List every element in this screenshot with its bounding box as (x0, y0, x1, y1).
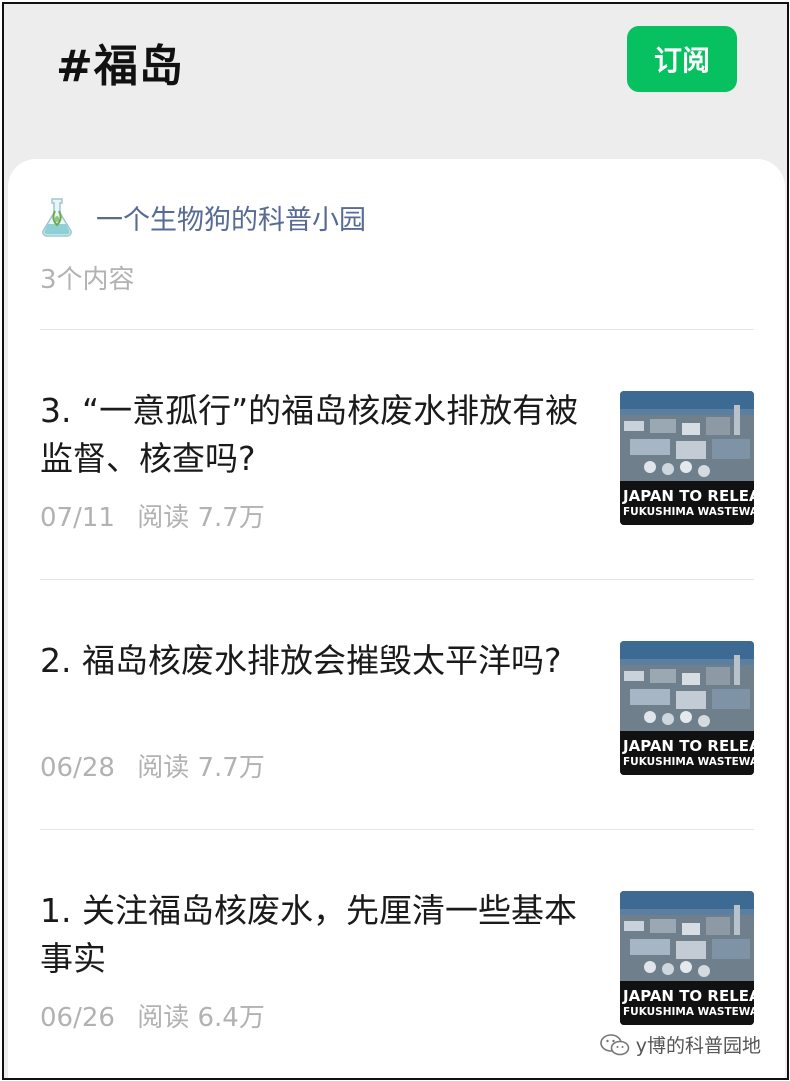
article-item[interactable]: 3. “一意孤行”的福岛核废水排放有被监督、核查吗? 07/11 阅读 7.7万 (40, 387, 754, 533)
topic-card: 一个生物狗的科普小园 3个内容 3. “一意孤行”的福岛核废水排放有被监督、核查… (8, 159, 785, 1078)
wechat-icon (599, 1033, 630, 1055)
thumb-headline-1: JAPAN TO RELEA (622, 737, 754, 755)
read-label: 阅读 (137, 503, 190, 533)
divider (40, 579, 754, 580)
flask-icon (42, 198, 72, 237)
watermark: y博的科普园地 (599, 1031, 761, 1058)
thumb-headline-1: JAPAN TO RELEA (622, 487, 754, 505)
article-thumbnail: JAPAN TO RELEA FUKUSHIMA WASTEWA (620, 391, 754, 525)
thumb-headline-2: FUKUSHIMA WASTEWA (623, 756, 754, 768)
account-link[interactable]: 一个生物狗的科普小园 (40, 197, 366, 237)
read-label: 阅读 (137, 1003, 190, 1033)
watermark-text: y博的科普园地 (635, 1035, 761, 1057)
divider (40, 829, 754, 830)
article-item[interactable]: 1. 关注福岛核废水，先厘清一些基本事实 06/26 阅读 6.4万 JAPAN… (40, 887, 754, 1033)
thumb-headline-2: FUKUSHIMA WASTEWA (623, 506, 754, 518)
article-thumbnail: JAPAN TO RELEA FUKUSHIMA WASTEWA (620, 891, 754, 1025)
topic-title: #福岛 (56, 41, 184, 92)
subscribe-button[interactable]: 订阅 (627, 26, 737, 92)
read-count: 7.7万 (197, 753, 265, 783)
thumb-headline-2: FUKUSHIMA WASTEWA (623, 1006, 754, 1018)
read-count: 7.7万 (197, 503, 265, 533)
article-title: 1. 关注福岛核废水，先厘清一些基本事实 (40, 891, 577, 978)
article-item[interactable]: 2. 福岛核废水排放会摧毁太平洋吗? 06/28 阅读 7.7万 JAPAN T… (40, 637, 754, 783)
account-name: 一个生物狗的科普小园 (96, 204, 366, 236)
thumb-headline-1: JAPAN TO RELEA (622, 987, 754, 1005)
article-thumbnail: JAPAN TO RELEA FUKUSHIMA WASTEWA (620, 641, 754, 775)
article-meta: 07/11 阅读 7.7万 (40, 497, 265, 534)
screenshot-frame: #福岛 订阅 一个生物狗的科普小园 3个内容 3. “一意孤行”的福岛核废水排放… (2, 2, 789, 1080)
article-meta: 06/28 阅读 7.7万 (40, 747, 265, 784)
topic-header: #福岛 订阅 (4, 4, 787, 164)
article-date: 06/26 (40, 1003, 115, 1033)
read-count: 6.4万 (197, 1003, 265, 1033)
read-label: 阅读 (137, 753, 190, 783)
article-date: 06/28 (40, 753, 115, 783)
article-title: 3. “一意孤行”的福岛核废水排放有被监督、核查吗? (40, 391, 579, 478)
article-date: 07/11 (40, 503, 115, 533)
divider (40, 329, 754, 330)
content-count: 3个内容 (40, 265, 135, 295)
article-title: 2. 福岛核废水排放会摧毁太平洋吗? (40, 641, 562, 680)
article-meta: 06/26 阅读 6.4万 (40, 997, 265, 1034)
